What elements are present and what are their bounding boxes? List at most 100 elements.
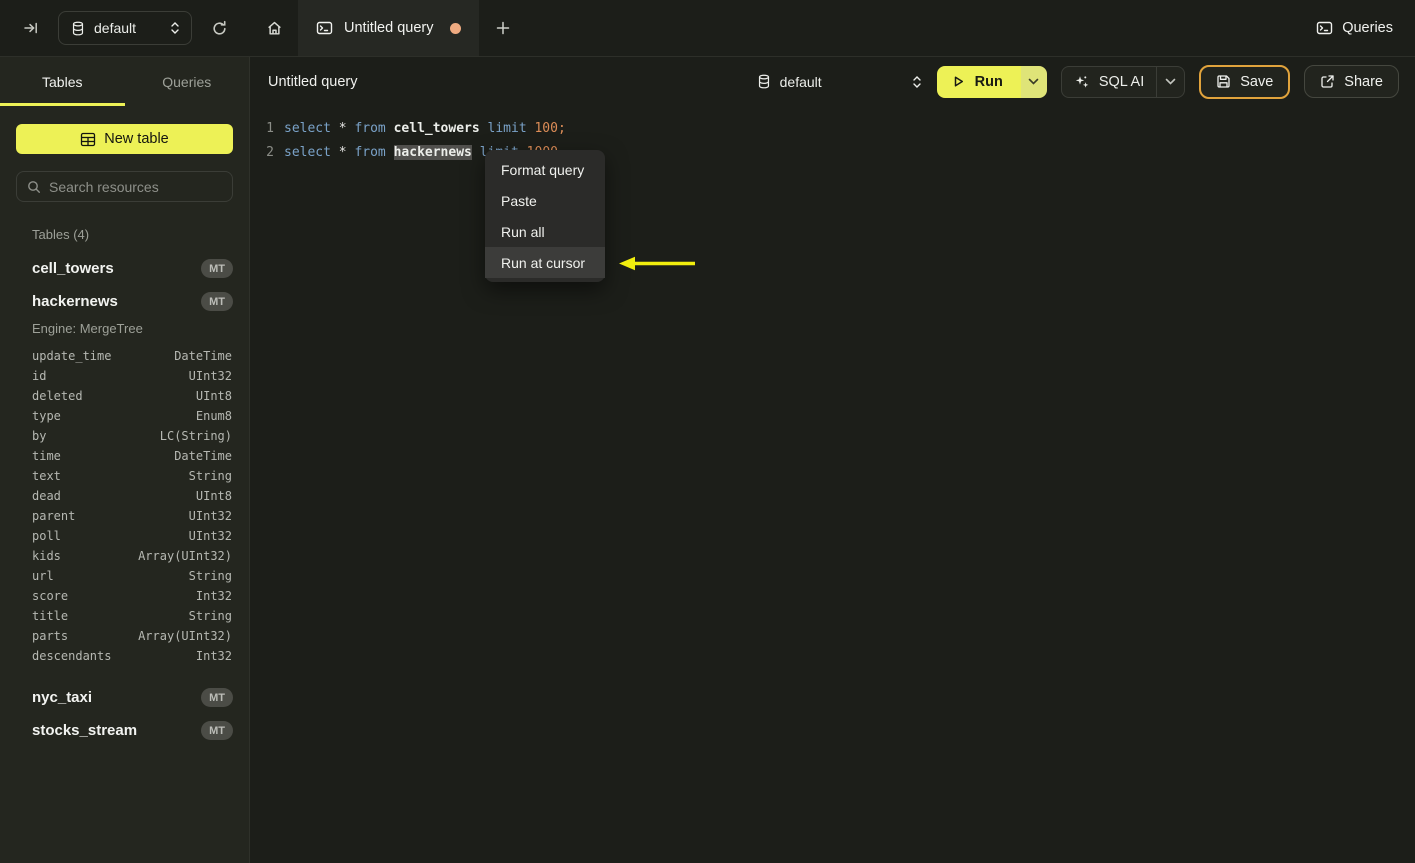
code-token-num: 100; bbox=[534, 120, 566, 136]
home-icon bbox=[266, 20, 283, 37]
code-token-pl: * bbox=[330, 120, 355, 136]
column-name: type bbox=[32, 409, 61, 423]
tab-home[interactable] bbox=[250, 0, 298, 56]
refresh-button[interactable] bbox=[202, 11, 236, 45]
column-type: LC(String) bbox=[159, 429, 232, 443]
code-token-kw: from bbox=[354, 120, 386, 136]
sql-ai-button-group: SQL AI bbox=[1060, 65, 1186, 98]
column-name: text bbox=[32, 469, 61, 483]
column-type: String bbox=[188, 609, 232, 623]
chevron-updown-icon bbox=[169, 21, 181, 35]
table-row-nyc-taxi[interactable]: nyc_taxi MT bbox=[32, 681, 233, 714]
top-bar: default Untitled query Queries bbox=[0, 0, 1415, 57]
column-name: url bbox=[32, 569, 54, 583]
search-box bbox=[16, 171, 233, 202]
collapse-sidebar-button[interactable] bbox=[14, 11, 48, 45]
column-row: by LC(String) bbox=[32, 426, 232, 446]
column-name: descendants bbox=[32, 649, 112, 663]
column-type: Enum8 bbox=[195, 409, 232, 423]
engine-label: Engine: MergeTree bbox=[32, 321, 143, 336]
new-tab-button[interactable] bbox=[479, 0, 527, 56]
column-type: DateTime bbox=[174, 449, 232, 463]
menu-item-run-at-cursor[interactable]: Run at cursor bbox=[485, 247, 605, 278]
topbar-database-selector[interactable]: default bbox=[58, 11, 192, 45]
column-type: String bbox=[188, 469, 232, 483]
sidebar-tab-tables[interactable]: Tables bbox=[0, 57, 125, 106]
save-label: Save bbox=[1240, 73, 1274, 90]
column-name: id bbox=[32, 369, 47, 383]
column-type: UInt32 bbox=[188, 369, 232, 383]
search-input[interactable] bbox=[49, 178, 222, 195]
search-icon bbox=[27, 180, 41, 194]
query-title: Untitled query bbox=[268, 73, 358, 90]
terminal-icon bbox=[316, 20, 333, 36]
sql-editor[interactable]: 1 select * from cell_towers limit 100; 2… bbox=[250, 106, 1415, 863]
column-row: kids Array(UInt32) bbox=[32, 546, 232, 566]
table-row-hackernews[interactable]: hackernews MT bbox=[32, 285, 233, 318]
plus-icon bbox=[496, 21, 510, 35]
run-label: Run bbox=[974, 73, 1003, 90]
topbar-left-controls: default bbox=[0, 0, 250, 56]
sql-ai-label: SQL AI bbox=[1098, 73, 1145, 90]
sidebar-tab-queries[interactable]: Queries bbox=[125, 57, 250, 106]
table-name: hackernews bbox=[32, 293, 118, 310]
table-row-stocks-stream[interactable]: stocks_stream MT bbox=[32, 714, 233, 747]
column-type: Int32 bbox=[195, 649, 232, 663]
run-options-caret[interactable] bbox=[1020, 65, 1047, 98]
code-line-2: 2 select * from hackernews limit 1000 bbox=[250, 140, 1415, 164]
table-row-cell-towers[interactable]: cell_towers MT bbox=[32, 252, 233, 285]
run-button[interactable]: Run bbox=[936, 65, 1021, 98]
external-link-icon bbox=[1320, 74, 1335, 89]
code-token-kw: limit bbox=[487, 120, 527, 136]
column-name: kids bbox=[32, 549, 61, 563]
column-row: id UInt32 bbox=[32, 366, 232, 386]
column-type: UInt8 bbox=[195, 489, 232, 503]
refresh-icon bbox=[211, 20, 228, 37]
tables-section-label: Tables (4) bbox=[32, 227, 90, 242]
menu-item-paste[interactable]: Paste bbox=[485, 185, 605, 216]
menu-item-run-all[interactable]: Run all bbox=[485, 216, 605, 247]
column-name: title bbox=[32, 609, 69, 623]
tab-untitled-query[interactable]: Untitled query bbox=[298, 0, 480, 56]
column-type: UInt8 bbox=[195, 389, 232, 403]
tab-strip: Untitled query bbox=[250, 0, 527, 56]
table-name: nyc_taxi bbox=[32, 689, 93, 706]
sql-ai-button[interactable]: SQL AI bbox=[1062, 67, 1156, 97]
new-table-button[interactable]: New table bbox=[16, 124, 233, 154]
column-row: parts Array(UInt32) bbox=[32, 626, 232, 646]
run-button-group: Run bbox=[936, 65, 1047, 98]
toolbar-database-selector[interactable]: default bbox=[757, 66, 923, 98]
queries-button[interactable]: Queries bbox=[1304, 0, 1415, 56]
sql-ai-caret[interactable] bbox=[1156, 66, 1184, 97]
column-name: parts bbox=[32, 629, 69, 643]
new-table-label: New table bbox=[104, 131, 169, 147]
column-row: type Enum8 bbox=[32, 406, 232, 426]
save-button[interactable]: Save bbox=[1199, 64, 1291, 99]
column-row: text String bbox=[32, 466, 232, 486]
column-row: dead UInt8 bbox=[32, 486, 232, 506]
database-icon bbox=[757, 74, 771, 89]
share-button[interactable]: Share bbox=[1304, 65, 1399, 98]
column-name: by bbox=[32, 429, 47, 443]
main-panel: Untitled query default Run SQL AI Save S… bbox=[250, 57, 1415, 863]
column-name: deleted bbox=[32, 389, 83, 403]
column-row: deleted UInt8 bbox=[32, 386, 232, 406]
column-name: score bbox=[32, 589, 69, 603]
column-row: time DateTime bbox=[32, 446, 232, 466]
save-icon bbox=[1216, 74, 1231, 89]
menu-item-format-query[interactable]: Format query bbox=[485, 154, 605, 185]
table-name: stocks_stream bbox=[32, 722, 138, 739]
column-row: poll UInt32 bbox=[32, 526, 232, 546]
tab-label: Untitled query bbox=[344, 20, 434, 36]
annotation-arrow-icon bbox=[618, 254, 698, 273]
column-type: Array(UInt32) bbox=[138, 629, 232, 643]
column-row: parent UInt32 bbox=[32, 506, 232, 526]
toolbar-database-value: default bbox=[779, 73, 822, 90]
engine-badge: MT bbox=[201, 292, 233, 311]
chevron-down-icon bbox=[1165, 78, 1176, 85]
chevron-down-icon bbox=[1028, 78, 1039, 85]
